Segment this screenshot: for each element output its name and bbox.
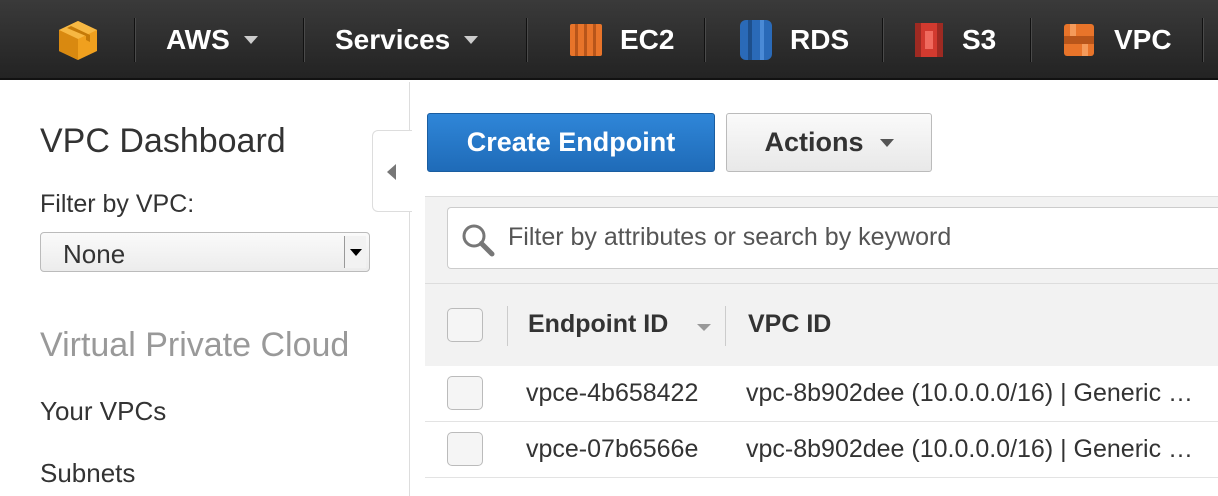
nav-ec2[interactable]: EC2 xyxy=(568,0,674,80)
table-header: Endpoint ID VPC ID xyxy=(425,283,1218,367)
select-all-checkbox[interactable] xyxy=(447,308,483,342)
rds-icon xyxy=(740,20,772,60)
nav-aws-label: AWS xyxy=(166,24,230,55)
vpc-icon xyxy=(1064,24,1094,56)
nav-s3[interactable]: S3 xyxy=(912,0,996,80)
nav-rds[interactable]: RDS xyxy=(738,0,849,80)
nav-services-label: Services xyxy=(335,24,451,55)
table-row[interactable]: vpce-4b658422 vpc-8b902dee (10.0.0.0/16)… xyxy=(425,366,1218,422)
chevron-down-icon xyxy=(243,36,258,44)
vpc-id-cell: vpc-8b902dee (10.0.0.0/16) | Generic … xyxy=(746,435,1194,463)
filter-by-vpc-select[interactable]: None xyxy=(40,232,370,272)
endpoint-id-cell: vpce-07b6566e xyxy=(526,435,699,463)
sidebar-collapse-toggle[interactable] xyxy=(372,130,412,212)
aws-cube-icon xyxy=(59,21,97,60)
nav-vpc[interactable]: VPC xyxy=(1060,0,1172,80)
chevron-down-icon xyxy=(344,236,366,268)
table-row[interactable]: vpce-07b6566e vpc-8b902dee (10.0.0.0/16)… xyxy=(425,422,1218,478)
top-nav-bar: AWS Services EC2 RDS S3 VPC xyxy=(0,0,1218,80)
table-panel: Filter by attributes or search by keywor… xyxy=(425,196,1218,366)
filter-by-vpc-label: Filter by VPC: xyxy=(40,190,195,218)
nav-rds-label: RDS xyxy=(790,24,850,55)
sidebar-title[interactable]: VPC Dashboard xyxy=(40,122,286,161)
sidebar-item-your-vpcs[interactable]: Your VPCs xyxy=(40,396,166,427)
row-checkbox[interactable] xyxy=(447,432,483,466)
filter-by-vpc-value: None xyxy=(63,239,126,269)
nav-s3-label: S3 xyxy=(962,24,997,55)
search-icon xyxy=(462,224,495,257)
nav-services-menu[interactable]: Services xyxy=(335,0,479,80)
search-input[interactable]: Filter by attributes or search by keywor… xyxy=(447,207,1218,269)
actions-dropdown-button[interactable]: Actions xyxy=(726,113,932,172)
column-header-vpc-id[interactable]: VPC ID xyxy=(748,310,831,339)
s3-icon xyxy=(915,23,943,57)
ec2-icon xyxy=(570,24,602,56)
nav-vpc-label: VPC xyxy=(1114,24,1172,55)
vpc-id-cell: vpc-8b902dee (10.0.0.0/16) | Generic … xyxy=(746,379,1194,407)
search-placeholder: Filter by attributes or search by keywor… xyxy=(508,223,952,251)
chevron-down-icon xyxy=(879,138,894,147)
nav-aws-menu[interactable]: AWS xyxy=(166,0,258,80)
sidebar: VPC Dashboard Filter by VPC: None Virtua… xyxy=(0,82,410,496)
actions-label: Actions xyxy=(764,127,864,157)
row-checkbox[interactable] xyxy=(447,376,483,410)
endpoint-id-cell: vpce-4b658422 xyxy=(526,379,699,407)
create-endpoint-button[interactable]: Create Endpoint xyxy=(427,113,715,172)
nav-ec2-label: EC2 xyxy=(620,24,675,55)
column-header-endpoint-id[interactable]: Endpoint ID xyxy=(528,310,668,339)
sidebar-section-title: Virtual Private Cloud xyxy=(40,326,350,364)
aws-home-logo[interactable] xyxy=(56,0,100,80)
sort-caret-icon[interactable] xyxy=(697,324,711,331)
chevron-down-icon xyxy=(464,36,479,44)
sidebar-item-subnets[interactable]: Subnets xyxy=(40,458,135,489)
